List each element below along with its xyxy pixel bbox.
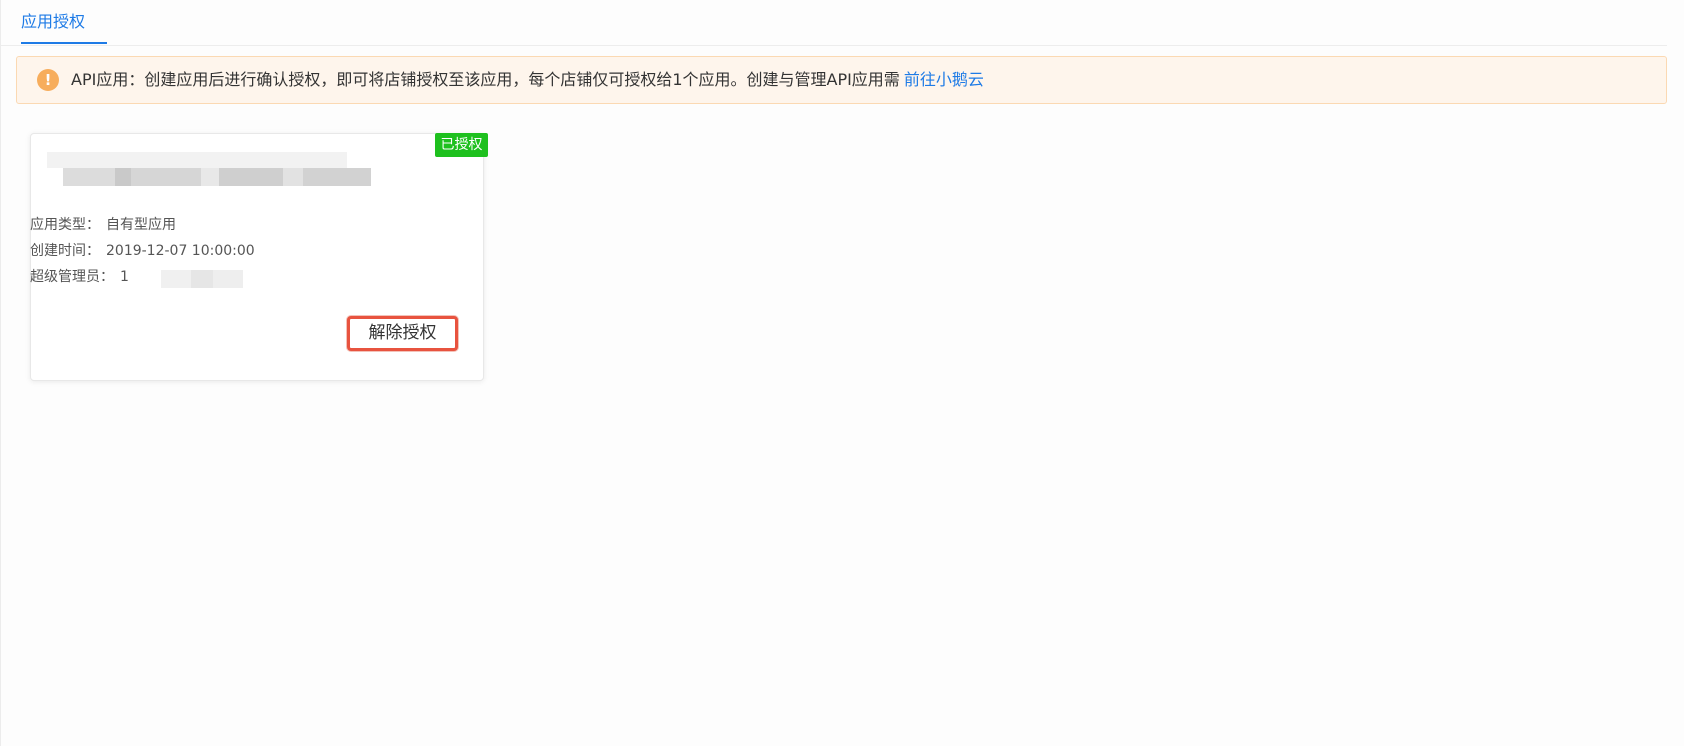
super-admin-label: 超级管理员： (30, 269, 114, 285)
app-type-value: 自有型应用 (106, 217, 176, 233)
notice-message: API应用：创建应用后进行确认授权，即可将店铺授权至该应用，每个店铺仅可授权给1… (71, 70, 900, 89)
revoke-authorization-button[interactable]: 解除授权 (347, 316, 458, 351)
notice-text-row: API应用：创建应用后进行确认授权，即可将店铺授权至该应用，每个店铺仅可授权给1… (71, 57, 984, 103)
warning-icon: ! (37, 69, 59, 91)
created-time-label: 创建时间： (30, 243, 100, 259)
super-admin-redacted (161, 268, 243, 290)
super-admin-row: 超级管理员： 1 (30, 266, 129, 286)
tab-app-authorization[interactable]: 应用授权 (21, 0, 107, 46)
super-admin-value: 1 (120, 269, 129, 285)
authorized-status-badge: 已授权 (435, 133, 488, 157)
app-type-label: 应用类型： (30, 217, 100, 233)
notice-banner: ! API应用：创建应用后进行确认授权，即可将店铺授权至该应用，每个店铺仅可授权… (16, 56, 1667, 104)
created-time-row: 创建时间： 2019-12-07 10:00:00 (30, 240, 255, 260)
created-time-value: 2019-12-07 10:00:00 (106, 243, 255, 259)
tab-bar: 应用授权 (1, 0, 1667, 46)
active-tab-indicator (21, 42, 107, 44)
app-name-redacted (47, 152, 371, 190)
go-to-xiaoeyun-link[interactable]: 前往小鹅云 (904, 70, 984, 89)
app-type-row: 应用类型： 自有型应用 (30, 214, 176, 234)
